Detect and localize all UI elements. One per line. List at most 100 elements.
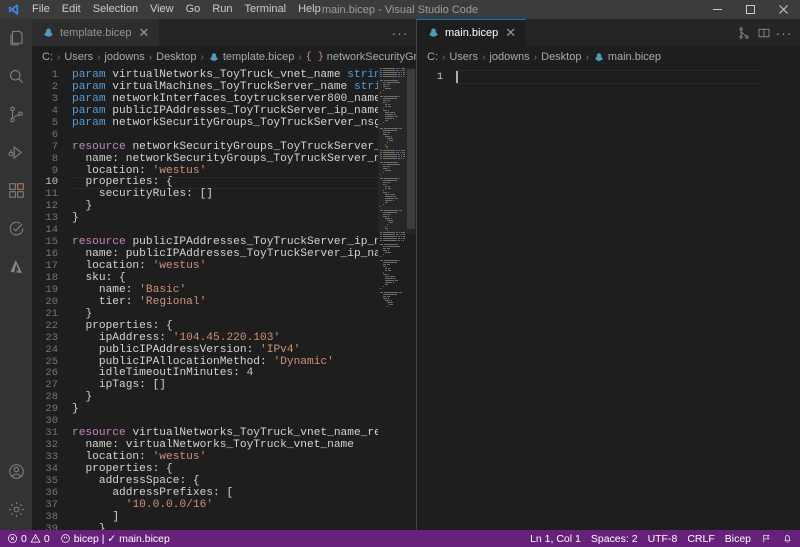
code-token: '10.0.0.0/16' (125, 498, 214, 511)
azure-icon[interactable] (0, 247, 32, 285)
code-token: { (192, 474, 200, 487)
code-token: 4 (246, 367, 254, 380)
close-icon[interactable]: ✕ (505, 26, 516, 39)
status-encoding[interactable]: UTF-8 (643, 530, 683, 547)
code-content-left[interactable]: 1 param virtualNetworks_ToyTruck_vnet_nam… (32, 68, 378, 530)
code-line[interactable]: 12} (32, 200, 378, 213)
code-line[interactable]: 11 securityRules: [] (32, 188, 378, 201)
status-indentation[interactable]: Spaces: 2 (586, 530, 643, 547)
editor-right[interactable]: 1 (417, 68, 800, 530)
feedback-icon[interactable] (756, 530, 777, 547)
code-line[interactable]: 27 ipTags: [] (32, 379, 378, 392)
code-line[interactable]: 17 location: 'westus' (32, 260, 378, 273)
menu-view[interactable]: View (144, 0, 180, 19)
maximize-button[interactable] (734, 0, 767, 19)
split-editor-right-icon[interactable] (756, 25, 772, 41)
breadcrumb-users[interactable]: Users (64, 51, 93, 63)
vscode-logo-icon (0, 3, 26, 16)
breadcrumb-desktop[interactable]: Desktop (541, 51, 581, 63)
menu-run[interactable]: Run (206, 0, 238, 19)
status-bicep-deployment[interactable]: bicep | ✓ main.bicep (55, 530, 175, 547)
breadcrumb-desktop[interactable]: Desktop (156, 51, 196, 63)
minimap-token (385, 284, 389, 286)
breadcrumb-symbol[interactable]: { } networkSecurityGroups_ToyTruckServer… (306, 51, 416, 63)
code-token: } (85, 200, 93, 213)
breadcrumb-users[interactable]: Users (449, 51, 478, 63)
status-language-mode[interactable]: Bicep (720, 530, 756, 547)
minimap-token (380, 288, 381, 290)
code-line[interactable]: 38] (32, 511, 378, 524)
menu-selection[interactable]: Selection (87, 0, 144, 19)
code-line[interactable]: 39} (32, 523, 378, 530)
code-line[interactable]: 21} (32, 308, 378, 321)
code-line[interactable]: 9 location: 'westus' (32, 164, 378, 178)
minimap-token (387, 264, 391, 266)
editor-group-left: template.bicep ✕ ··· C: › Users › jodown… (32, 19, 417, 530)
breadcrumb-file[interactable]: main.bicep (593, 51, 661, 63)
breadcrumb-file[interactable]: template.bicep (208, 51, 294, 63)
menu-edit[interactable]: Edit (56, 0, 87, 19)
code-line[interactable]: 33 location: 'westus' (32, 451, 378, 464)
extensions-icon[interactable] (0, 171, 32, 209)
code-line[interactable]: 20 tier: 'Regional' (32, 295, 378, 309)
menu-terminal[interactable]: Terminal (239, 0, 293, 19)
code-line[interactable]: 18 sku: { (32, 272, 378, 285)
editor-left[interactable]: 1 param virtualNetworks_ToyTruck_vnet_nam… (32, 68, 416, 530)
code-viewport-right[interactable]: 1 (417, 68, 770, 530)
source-control-icon[interactable] (0, 95, 32, 133)
bicep-file-icon (427, 26, 440, 39)
testing-icon[interactable] (0, 209, 32, 247)
code-content-right[interactable]: 1 (417, 68, 770, 84)
split-editor-down-icon[interactable] (736, 25, 752, 41)
line-number: 20 (45, 295, 58, 308)
code-line[interactable]: 29} (32, 403, 378, 416)
search-icon[interactable] (0, 57, 32, 95)
scrollbar-thumb[interactable] (407, 69, 415, 229)
account-icon[interactable] (0, 452, 32, 490)
minimap-token (394, 280, 398, 282)
code-token: 'Regional' (139, 295, 207, 308)
code-line[interactable]: 1 (417, 70, 770, 84)
more-actions-icon[interactable]: ··· (392, 25, 408, 41)
notifications-bell-icon[interactable] (777, 530, 798, 547)
code-line[interactable]: 37 '10.0.0.0/16' (32, 498, 378, 512)
title-bar: File Edit Selection View Go Run Terminal… (0, 0, 800, 19)
code-viewport-left[interactable]: 1 param virtualNetworks_ToyTruck_vnet_nam… (32, 68, 378, 530)
close-button[interactable] (767, 0, 800, 19)
explorer-icon[interactable] (0, 19, 32, 57)
close-icon[interactable]: ✕ (139, 26, 150, 39)
run-debug-icon[interactable] (0, 133, 32, 171)
scrollbar-left[interactable] (406, 68, 416, 530)
line-number: 24 (45, 343, 58, 356)
code-line[interactable]: 5 param networkSecurityGroups_ToyTruckSer… (32, 117, 378, 130)
breadcrumb-separator: › (585, 51, 589, 63)
code-line[interactable]: 13} (32, 212, 378, 225)
status-eol[interactable]: CRLF (682, 530, 719, 547)
minimize-button[interactable] (701, 0, 734, 19)
line-number: 1 (436, 71, 443, 83)
menu-go[interactable]: Go (180, 0, 207, 19)
tab-main-bicep[interactable]: main.bicep ✕ (417, 19, 528, 46)
code-line[interactable]: 28} (32, 391, 378, 404)
breadcrumb-separator: › (482, 51, 486, 63)
code-token: { (166, 462, 173, 475)
breadcrumb-drive[interactable]: C: (42, 51, 53, 63)
code-token: } (72, 403, 79, 416)
code-line[interactable]: 26 idleTimeoutInMinutes: 4 (32, 367, 378, 380)
menu-file[interactable]: File (26, 0, 56, 19)
code-line[interactable]: 34 properties: { (32, 462, 378, 476)
code-token: location: (85, 164, 153, 177)
tab-template-bicep[interactable]: template.bicep ✕ (32, 19, 161, 46)
code-token: name: virtualNetworks_ToyTruck_vnet_name (85, 439, 354, 452)
status-problems[interactable]: 0 0 (2, 530, 55, 547)
minimap-right[interactable] (770, 68, 800, 530)
breadcrumb-jodowns[interactable]: jodowns (104, 51, 144, 63)
more-actions-icon[interactable]: ··· (776, 25, 792, 41)
tab-label: main.bicep (445, 26, 499, 39)
menu-help[interactable]: Help (292, 0, 327, 19)
status-editor-position[interactable]: Ln 1, Col 1 (525, 530, 586, 547)
breadcrumb-drive[interactable]: C: (427, 51, 438, 63)
settings-gear-icon[interactable] (0, 490, 32, 528)
breadcrumb-jodowns[interactable]: jodowns (489, 51, 529, 63)
menu-bar[interactable]: File Edit Selection View Go Run Terminal… (26, 0, 327, 19)
